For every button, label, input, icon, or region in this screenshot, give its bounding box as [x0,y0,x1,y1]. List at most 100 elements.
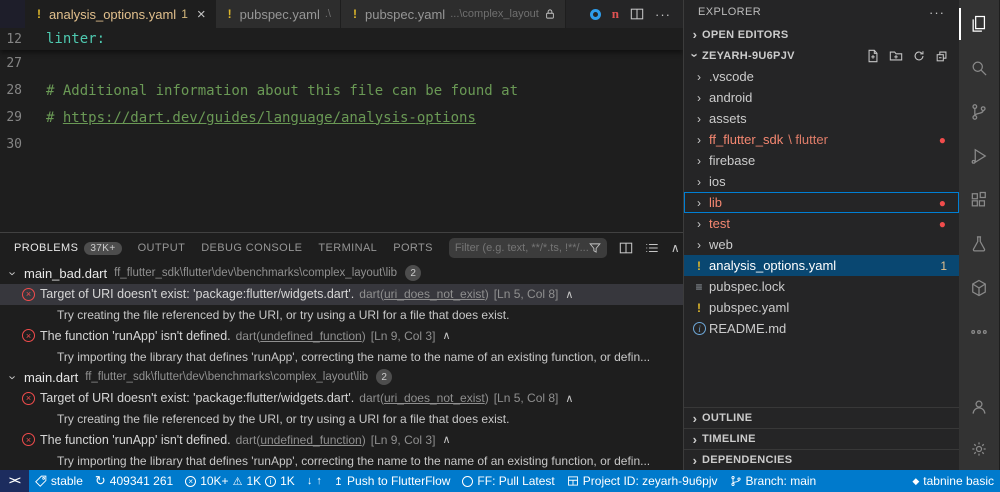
chevron-up-icon[interactable]: ∧ [565,392,573,405]
maximize-panel-icon[interactable]: ∧ [671,241,680,255]
remote-indicator[interactable]: >< [0,470,29,492]
chevron-right-icon[interactable]: › [692,154,706,168]
problem-hint-row[interactable]: Try creating the file referenced by the … [0,305,683,326]
tab-debug-console[interactable]: DEBUG CONSOLE [201,242,302,254]
activity-search[interactable] [959,46,999,90]
chevron-right-icon[interactable]: › [692,217,706,231]
activity-source-control[interactable] [959,90,999,134]
tree-item-analysis-options-yaml[interactable]: ! analysis_options.yaml 1 [684,255,959,276]
tree-item-ios[interactable]: › ios [684,171,959,192]
tree-item-web[interactable]: › web [684,234,959,255]
code-line[interactable]: 30 [0,131,683,158]
project-id-status-item[interactable]: Project ID: zeyarh-9u6pjv [561,470,724,492]
chevron-right-icon[interactable]: › [688,411,702,426]
problem-row[interactable]: × The function 'runApp' isn't defined. d… [0,429,683,450]
problem-group-row[interactable]: › main_bad.dart ff_flutter_sdk\flutter\d… [0,263,683,284]
activity-package[interactable] [959,266,999,310]
tab-problems[interactable]: PROBLEMS 37K+ [14,241,122,255]
run-circle-icon[interactable] [589,8,601,20]
tree-item-android[interactable]: › android [684,87,959,108]
code-hyperlink[interactable]: https://dart.dev/guides/language/analysi… [63,110,476,126]
activity-run-debug[interactable] [959,134,999,178]
chevron-right-icon[interactable]: › [688,432,702,447]
more-actions-icon[interactable]: ··· [655,7,671,22]
chevron-right-icon[interactable]: › [692,91,706,105]
tree-item-ff-flutter-sdk[interactable]: › ff_flutter_sdk \ flutter ● [684,129,959,150]
problem-hint-row[interactable]: Try importing the library that defines '… [0,450,683,470]
tree-item-pubspec-lock[interactable]: ≡ pubspec.lock [684,276,959,297]
chevron-right-icon[interactable]: › [692,70,706,84]
arrows-status-item[interactable]: ↓ ↑ [301,470,328,492]
split-panel-icon[interactable] [619,241,633,255]
chevron-up-icon[interactable]: ∧ [442,329,450,342]
error-code-link[interactable]: undefined_function [260,329,361,343]
chevron-right-icon[interactable]: › [688,453,702,468]
chevron-right-icon[interactable]: › [692,238,706,252]
tab-pubspec-yaml-1[interactable]: ! pubspec.yaml .\ [215,0,341,28]
tab-ports[interactable]: PORTS [393,242,433,254]
problem-row[interactable]: × The function 'runApp' isn't defined. d… [0,325,683,346]
problems-filter-input[interactable] [454,242,589,254]
problems-status-item[interactable]: × 10K+ ⚠ 1K i 1K [179,470,301,492]
sync-status-item[interactable]: ↻ 409341 261 [89,470,179,492]
workspace-root-section[interactable]: › ZEYARH-9U6PJV [684,45,959,66]
settings-button[interactable] [959,428,999,470]
tab-analysis-options-yaml[interactable]: ! analysis_options.yaml 1 × [25,0,216,28]
refresh-icon[interactable] [912,49,926,63]
branch-status-item[interactable]: Branch: main [724,470,823,492]
error-code-link[interactable]: uri_does_not_exist [384,391,485,405]
activity-testing[interactable] [959,222,999,266]
problem-row[interactable]: × Target of URI doesn't exist: 'package:… [0,388,683,409]
chevron-down-icon[interactable]: › [6,370,21,384]
problem-group-row[interactable]: › main.dart ff_flutter_sdk\flutter\dev\b… [0,367,683,388]
chevron-right-icon[interactable]: › [692,133,706,147]
chevron-right-icon[interactable]: › [692,112,706,126]
timeline-section[interactable]: › TIMELINE [684,428,959,449]
chevron-down-icon[interactable]: › [688,49,703,63]
tab-pubspec-yaml-2[interactable]: ! pubspec.yaml ...\complex_layout [340,0,566,28]
code-line[interactable]: 29 # https://dart.dev/guides/language/an… [0,104,683,131]
activity-explorer[interactable] [959,2,999,46]
tabnine-status-item[interactable]: ◆ tabnine basic [906,470,1000,492]
chevron-up-icon[interactable]: ∧ [565,288,573,301]
tree-item-readme-md[interactable]: i README.md [684,318,959,339]
tree-item-test[interactable]: › test ● [684,213,959,234]
chevron-down-icon[interactable]: › [6,266,21,280]
error-code-link[interactable]: undefined_function [260,433,361,447]
tab-output[interactable]: OUTPUT [138,242,186,254]
error-code-link[interactable]: uri_does_not_exist [384,287,485,301]
tree-item-vscode[interactable]: › .vscode [684,66,959,87]
dependencies-section[interactable]: › DEPENDENCIES [684,449,959,470]
n-extension-icon[interactable]: n [612,6,619,22]
version-status-item[interactable]: stable [29,470,89,492]
chevron-right-icon[interactable]: › [692,175,706,189]
account-button[interactable] [959,386,999,428]
tree-item-lib[interactable]: › lib ● [684,192,959,213]
chevron-right-icon[interactable]: › [692,196,706,210]
view-as-list-icon[interactable] [645,241,659,255]
tab-terminal[interactable]: TERMINAL [318,242,377,254]
chevron-up-icon[interactable]: ∧ [442,433,450,446]
chevron-right-icon[interactable]: › [688,27,702,42]
tree-item-firebase[interactable]: › firebase [684,150,959,171]
new-file-icon[interactable] [866,49,880,63]
tree-item-assets[interactable]: › assets [684,108,959,129]
push-flutterflow-button[interactable]: ↥ Push to FlutterFlow [328,470,457,492]
tree-item-pubspec-yaml[interactable]: ! pubspec.yaml [684,297,959,318]
outline-section[interactable]: › OUTLINE [684,407,959,428]
problem-hint-row[interactable]: Try creating the file referenced by the … [0,409,683,430]
activity-more[interactable] [959,310,999,354]
open-editors-section[interactable]: › OPEN EDITORS [684,24,959,45]
problem-row[interactable]: × Target of URI doesn't exist: 'package:… [0,283,683,305]
collapse-all-icon[interactable] [935,49,949,63]
activity-extensions[interactable] [959,178,999,222]
filter-icon[interactable] [589,242,601,254]
new-folder-icon[interactable] [889,49,903,63]
more-actions-icon[interactable]: ··· [929,5,945,20]
split-editor-icon[interactable] [630,7,644,21]
code-line[interactable]: 27 [0,50,683,77]
close-icon[interactable]: × [197,7,206,22]
problem-hint-row[interactable]: Try importing the library that defines '… [0,346,683,367]
code-editor[interactable]: 12 linter: 27 28 # Additional informatio… [0,28,683,232]
ff-pull-latest-button[interactable]: FF: Pull Latest [456,470,560,492]
